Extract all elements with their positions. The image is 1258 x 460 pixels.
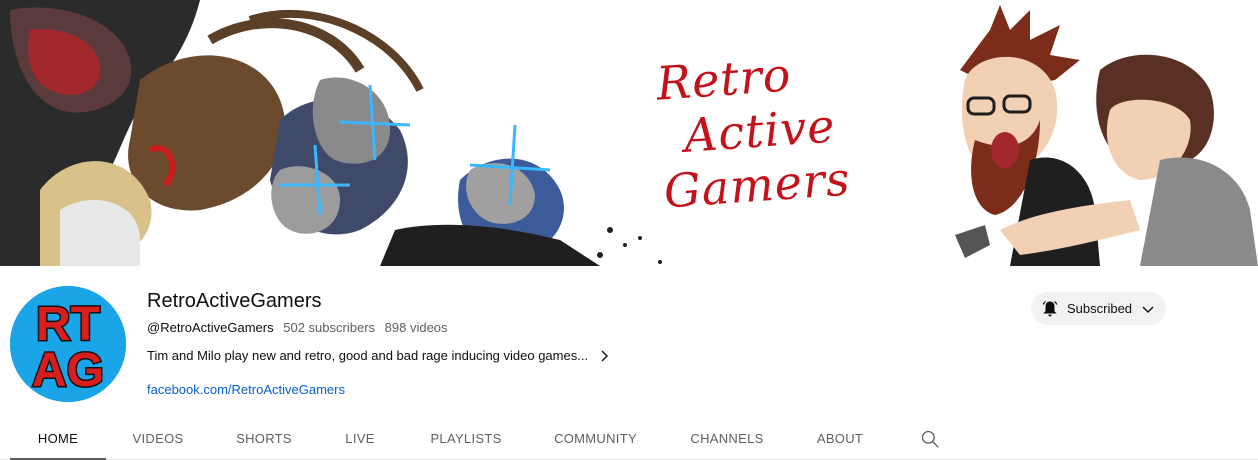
subscribed-button[interactable]: Subscribed [1031, 292, 1166, 325]
channel-banner: Retro Active Gamers [0, 0, 1258, 266]
banner-artwork [0, 0, 1258, 266]
tab-shorts[interactable]: SHORTS [226, 418, 302, 460]
channel-meta: @RetroActiveGamers 502 subscribers 898 v… [147, 320, 448, 335]
description-text: Tim and Milo play new and retro, good an… [147, 348, 589, 363]
search-icon[interactable] [920, 429, 940, 449]
tab-videos[interactable]: VIDEOS [122, 418, 194, 460]
chevron-down-icon [1142, 306, 1154, 313]
avatar-logo: RT AG [10, 286, 126, 402]
tab-live[interactable]: LIVE [334, 418, 386, 460]
banner-title: Retro Active Gamers [655, 44, 856, 218]
subscriber-count: 502 subscribers [283, 320, 376, 335]
channel-link[interactable]: facebook.com/RetroActiveGamers [147, 382, 345, 397]
channel-avatar[interactable]: RT AG [10, 286, 126, 402]
tab-home[interactable]: HOME [10, 418, 106, 460]
tab-about[interactable]: ABOUT [808, 418, 872, 460]
avatar-initials-bottom: AG [32, 344, 104, 397]
tab-channels[interactable]: CHANNELS [682, 418, 772, 460]
channel-handle: @RetroActiveGamers [147, 320, 274, 335]
tab-community[interactable]: COMMUNITY [545, 418, 646, 460]
video-count: 898 videos [384, 320, 448, 335]
channel-name: RetroActiveGamers [147, 290, 322, 312]
chevron-right-icon [601, 350, 609, 361]
channel-description[interactable]: Tim and Milo play new and retro, good an… [147, 348, 610, 363]
channel-tabs: HOME VIDEOS SHORTS LIVE PLAYLISTS COMMUN… [0, 418, 1258, 460]
bell-icon [1042, 300, 1058, 316]
subscribed-label: Subscribed [1067, 301, 1133, 316]
tab-playlists[interactable]: PLAYLISTS [420, 418, 512, 460]
